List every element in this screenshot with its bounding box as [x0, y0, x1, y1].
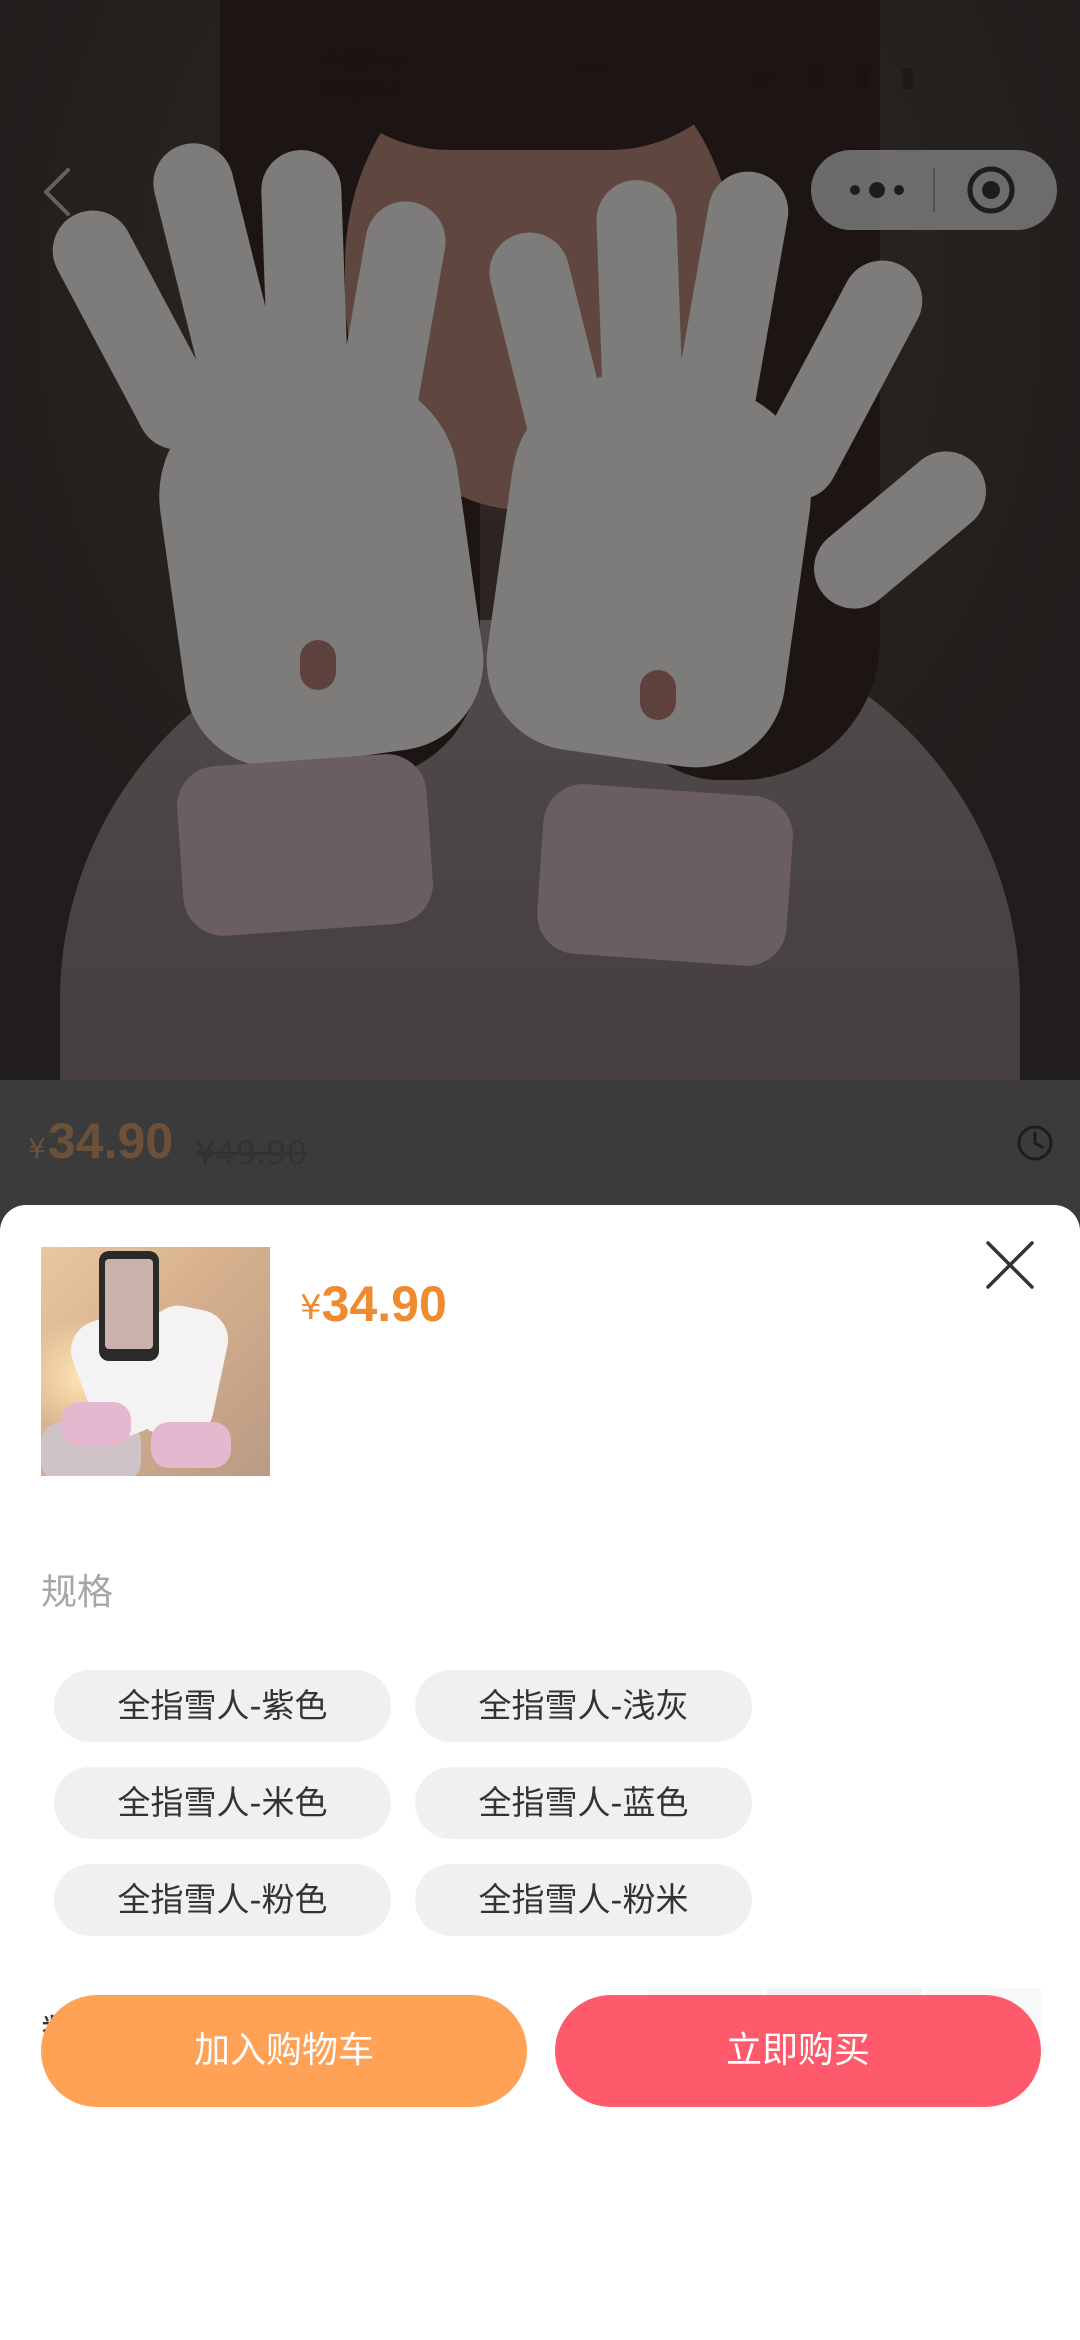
spec-option-chip[interactable]: 全指雪人-粉米 — [415, 1864, 752, 1936]
sheet-price-value: 34.90 — [321, 1276, 447, 1332]
add-to-cart-button[interactable]: 加入购物车 — [41, 1995, 527, 2107]
sku-selection-sheet: ¥34.90 规格 全指雪人-紫色 全指雪人-浅灰 全指雪人-米色 全指雪人-蓝… — [0, 1205, 1080, 2340]
sheet-price-currency: ¥ — [300, 1288, 322, 1328]
close-sheet-button[interactable] — [970, 1225, 1050, 1305]
buy-now-button[interactable]: 立即购买 — [555, 1995, 1041, 2107]
spec-option-chip[interactable]: 全指雪人-粉色 — [54, 1864, 391, 1936]
thumbnail-phone-screen — [105, 1259, 153, 1349]
spec-option-chip[interactable]: 全指雪人-蓝色 — [415, 1767, 752, 1839]
spec-option-chip[interactable]: 全指雪人-米色 — [54, 1767, 391, 1839]
thumbnail-cuff-left — [61, 1402, 131, 1446]
thumbnail-cuff-right — [151, 1422, 231, 1468]
product-thumbnail — [41, 1247, 270, 1476]
sheet-price: ¥34.90 — [300, 1275, 447, 1333]
spec-option-chip[interactable]: 全指雪人-浅灰 — [415, 1670, 752, 1742]
close-icon — [986, 1241, 1034, 1289]
spec-title: 规格 — [41, 1572, 114, 1613]
spec-option-chip[interactable]: 全指雪人-紫色 — [54, 1670, 391, 1742]
